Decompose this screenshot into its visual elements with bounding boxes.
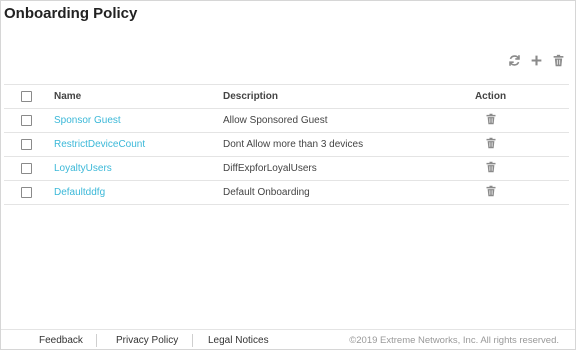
copyright-text: ©2019 Extreme Networks, Inc. All rights …: [349, 335, 559, 346]
onboarding-policy-panel: Onboarding Policy Name Description Actio…: [0, 0, 576, 350]
row-checkbox[interactable]: [21, 114, 32, 126]
policy-description: Default Onboarding: [223, 180, 447, 205]
feedback-link[interactable]: Feedback: [39, 335, 83, 346]
footer: Feedback Privacy Policy Legal Notices ©2…: [1, 329, 575, 350]
table-header-row: Name Description Action: [4, 84, 569, 109]
table-row: LoyaltyUsers DiffExpforLoyalUsers: [4, 156, 569, 181]
row-checkbox[interactable]: [21, 186, 32, 198]
table-row: RestrictDeviceCount Dont Allow more than…: [4, 132, 569, 157]
footer-divider: [192, 334, 193, 347]
policy-description: DiffExpforLoyalUsers: [223, 156, 447, 181]
row-checkbox[interactable]: [21, 138, 32, 150]
trash-icon[interactable]: [551, 53, 565, 67]
legal-notices-link[interactable]: Legal Notices: [208, 335, 269, 346]
policy-name-link[interactable]: RestrictDeviceCount: [54, 139, 145, 150]
table-row: Defaultddfg Default Onboarding: [4, 180, 569, 205]
footer-divider: [96, 334, 97, 347]
policy-name-link[interactable]: Sponsor Guest: [54, 115, 121, 126]
delete-row-icon[interactable]: [485, 113, 497, 125]
row-checkbox[interactable]: [21, 162, 32, 174]
refresh-icon[interactable]: [507, 53, 521, 67]
policy-name-link[interactable]: LoyaltyUsers: [54, 163, 112, 174]
toolbar: [507, 53, 565, 67]
plus-icon[interactable]: [529, 53, 543, 67]
delete-row-icon[interactable]: [485, 161, 497, 173]
policy-table: Name Description Action Sponsor Guest Al…: [4, 84, 569, 205]
delete-row-icon[interactable]: [485, 185, 497, 197]
page-title: Onboarding Policy: [4, 5, 138, 22]
name-column-header[interactable]: Name: [54, 84, 223, 109]
delete-row-icon[interactable]: [485, 137, 497, 149]
action-column-header: Action: [447, 84, 569, 109]
policy-description: Dont Allow more than 3 devices: [223, 132, 447, 157]
description-column-header[interactable]: Description: [223, 84, 447, 109]
privacy-policy-link[interactable]: Privacy Policy: [116, 335, 178, 346]
table-row: Sponsor Guest Allow Sponsored Guest: [4, 108, 569, 133]
select-all-checkbox[interactable]: [21, 90, 32, 102]
policy-description: Allow Sponsored Guest: [223, 108, 447, 133]
select-all-cell: [4, 84, 54, 109]
policy-name-link[interactable]: Defaultddfg: [54, 187, 105, 198]
